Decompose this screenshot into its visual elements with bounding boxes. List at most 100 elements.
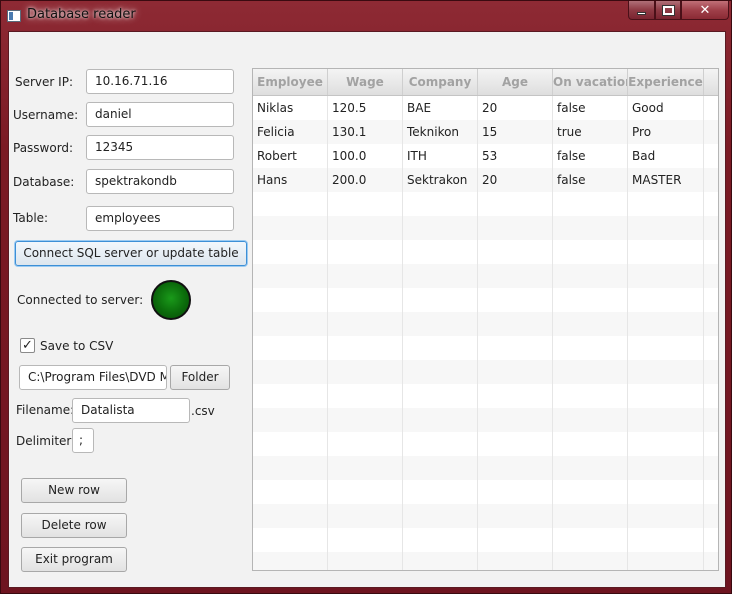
table-cell[interactable] <box>253 552 328 570</box>
table-cell[interactable] <box>478 336 553 360</box>
table-cell[interactable] <box>478 528 553 552</box>
table-cell[interactable]: 100.0 <box>328 144 403 168</box>
table-cell[interactable] <box>478 480 553 504</box>
table-cell[interactable] <box>328 192 403 216</box>
column-header-company[interactable]: Company <box>403 69 478 95</box>
table-cell[interactable] <box>628 432 704 456</box>
table-row-empty[interactable] <box>253 480 718 504</box>
table-cell[interactable] <box>553 360 628 384</box>
table-cell[interactable] <box>253 456 328 480</box>
table-cell[interactable] <box>403 240 478 264</box>
close-button[interactable]: ✕ <box>681 1 729 20</box>
table-cell[interactable] <box>403 480 478 504</box>
filename-input[interactable]: Datalista <box>72 398 190 423</box>
table-cell[interactable] <box>478 264 553 288</box>
table-cell[interactable]: false <box>553 96 628 120</box>
table-row-empty[interactable] <box>253 192 718 216</box>
table-cell[interactable] <box>253 528 328 552</box>
table-cell[interactable] <box>628 312 704 336</box>
table-cell[interactable] <box>553 408 628 432</box>
table-cell[interactable] <box>328 528 403 552</box>
table-cell[interactable] <box>328 384 403 408</box>
table-cell[interactable] <box>403 528 478 552</box>
table-cell[interactable]: MASTER <box>628 168 704 192</box>
table-cell[interactable] <box>253 336 328 360</box>
data-table[interactable]: Employee Wage Company Age On vacation Ex… <box>252 68 719 571</box>
table-cell[interactable] <box>478 552 553 570</box>
connect-button[interactable]: Connect SQL server or update table <box>15 241 247 266</box>
table-cell[interactable] <box>628 240 704 264</box>
table-cell[interactable] <box>478 192 553 216</box>
column-header-experience[interactable]: Experience <box>628 69 704 95</box>
new-row-button[interactable]: New row <box>21 478 127 503</box>
table-row-empty[interactable] <box>253 312 718 336</box>
table-cell[interactable] <box>628 384 704 408</box>
table-cell[interactable] <box>253 408 328 432</box>
table-cell[interactable] <box>253 264 328 288</box>
table-cell[interactable] <box>328 408 403 432</box>
table-cell[interactable]: Robert <box>253 144 328 168</box>
table-cell[interactable] <box>253 480 328 504</box>
table-cell[interactable] <box>253 240 328 264</box>
table-cell[interactable]: Teknikon <box>403 120 478 144</box>
table-cell[interactable] <box>478 312 553 336</box>
table-cell[interactable] <box>553 216 628 240</box>
table-cell[interactable]: Hans <box>253 168 328 192</box>
table-cell[interactable]: Felicia <box>253 120 328 144</box>
table-cell[interactable] <box>553 288 628 312</box>
table-cell[interactable] <box>628 552 704 570</box>
table-cell[interactable] <box>553 312 628 336</box>
table-cell[interactable] <box>328 432 403 456</box>
table-cell[interactable] <box>403 336 478 360</box>
table-cell[interactable] <box>328 264 403 288</box>
table-cell[interactable]: 53 <box>478 144 553 168</box>
table-cell[interactable] <box>628 192 704 216</box>
table-cell[interactable] <box>628 480 704 504</box>
table-cell[interactable]: 20 <box>478 96 553 120</box>
table-cell[interactable] <box>328 552 403 570</box>
table-cell[interactable]: Good <box>628 96 704 120</box>
table-cell[interactable] <box>403 456 478 480</box>
table-cell[interactable] <box>253 192 328 216</box>
table-cell[interactable] <box>553 456 628 480</box>
table-cell[interactable] <box>553 432 628 456</box>
title-bar[interactable]: Database reader ✕ <box>1 1 732 31</box>
table-row-empty[interactable] <box>253 240 718 264</box>
exit-program-button[interactable]: Exit program <box>21 547 127 572</box>
table-cell[interactable] <box>628 288 704 312</box>
table-cell[interactable] <box>253 312 328 336</box>
table-cell[interactable] <box>253 288 328 312</box>
table-cell[interactable] <box>478 456 553 480</box>
table-cell[interactable]: ITH <box>403 144 478 168</box>
table-row-empty[interactable] <box>253 528 718 552</box>
table-cell[interactable] <box>553 240 628 264</box>
table-row[interactable]: Niklas 120.5 BAE 20 false Good <box>253 96 718 120</box>
table-cell[interactable] <box>628 336 704 360</box>
table-cell[interactable] <box>478 384 553 408</box>
table-cell[interactable] <box>478 408 553 432</box>
column-header-age[interactable]: Age <box>478 69 553 95</box>
table-cell[interactable] <box>403 360 478 384</box>
table-cell[interactable] <box>478 432 553 456</box>
table-cell[interactable] <box>403 312 478 336</box>
table-cell[interactable] <box>478 288 553 312</box>
table-cell[interactable]: Niklas <box>253 96 328 120</box>
password-input[interactable]: 12345 <box>86 135 234 160</box>
table-cell[interactable]: 120.5 <box>328 96 403 120</box>
table-cell[interactable] <box>403 288 478 312</box>
table-cell[interactable] <box>553 528 628 552</box>
table-cell[interactable] <box>328 336 403 360</box>
column-header-on-vacation[interactable]: On vacation <box>553 69 628 95</box>
table-row[interactable]: Felicia 130.1 Teknikon 15 true Pro <box>253 120 718 144</box>
server-ip-input[interactable]: 10.16.71.16 <box>86 69 234 94</box>
table-cell[interactable] <box>328 240 403 264</box>
table-cell[interactable]: Bad <box>628 144 704 168</box>
table-row-empty[interactable] <box>253 432 718 456</box>
table-cell[interactable] <box>253 504 328 528</box>
table-cell[interactable] <box>553 192 628 216</box>
maximize-button[interactable] <box>655 1 681 20</box>
table-cell[interactable] <box>628 408 704 432</box>
folder-path-input[interactable]: C:\Program Files\DVD Ma <box>19 365 167 390</box>
table-cell[interactable] <box>628 216 704 240</box>
table-cell[interactable] <box>328 480 403 504</box>
